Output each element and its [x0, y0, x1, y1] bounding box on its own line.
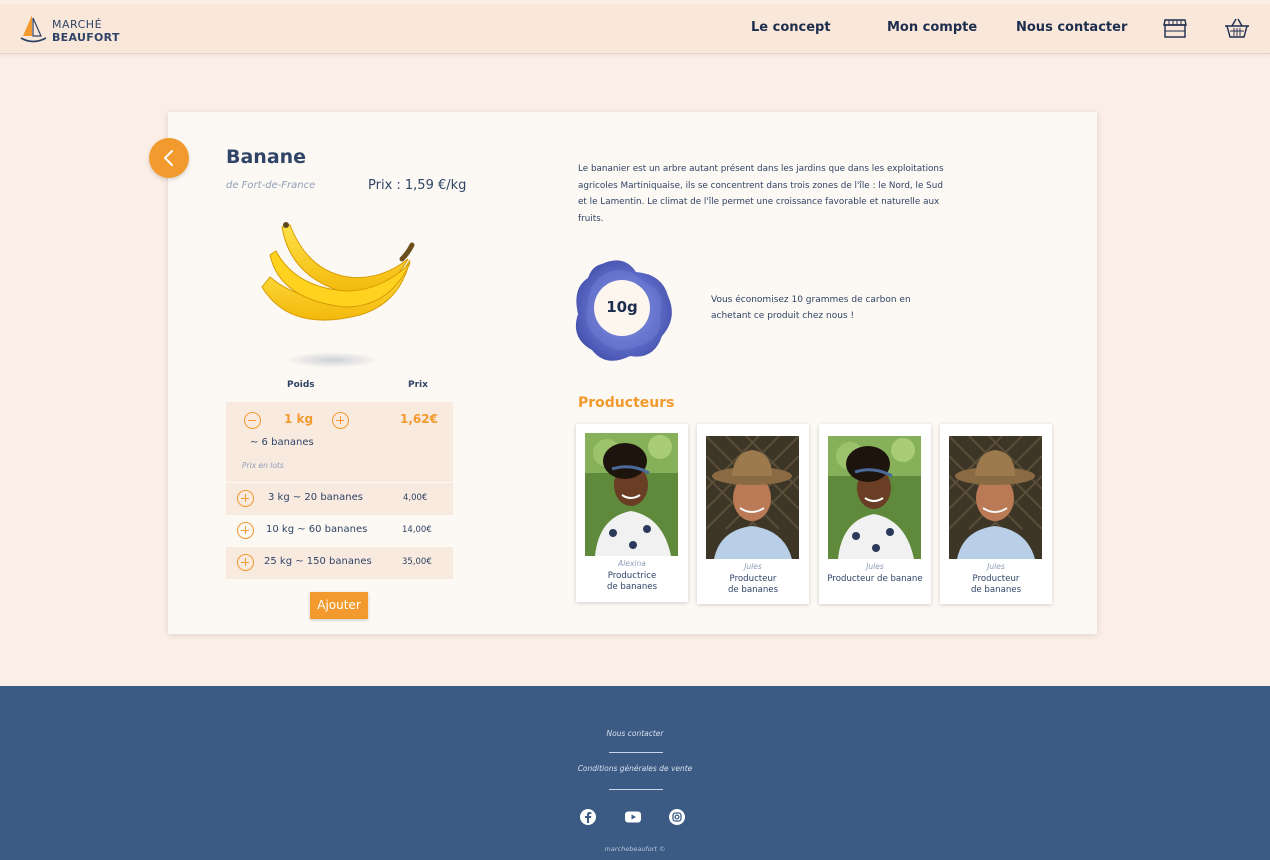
- producer-photo: [949, 436, 1042, 559]
- producer-name: Jules: [866, 562, 884, 571]
- product-origin: de Fort-de-France: [226, 180, 316, 191]
- logo-text-top: MARCHÉ: [52, 18, 103, 31]
- producer-name: Jules: [744, 562, 762, 571]
- producer-role: Producteur: [972, 574, 1020, 584]
- quantity-price: 1,62€: [400, 412, 438, 426]
- basket-icon[interactable]: [1223, 16, 1251, 40]
- youtube-icon[interactable]: [624, 808, 642, 826]
- product-unit-price: Prix : 1,59 €/kg: [368, 178, 467, 193]
- weight-column-header: Poids: [287, 380, 315, 390]
- banana-shadow: [285, 352, 380, 368]
- lot-label: 3 kg ~ 20 bananes: [268, 492, 363, 503]
- footer: [0, 686, 1270, 860]
- increase-quantity-button[interactable]: [332, 412, 349, 429]
- decrease-quantity-button[interactable]: [244, 412, 261, 429]
- lot-row[interactable]: 10 kg ~ 60 bananes 14,00€: [226, 515, 453, 547]
- producer-card[interactable]: Jules Producteur de bananes: [940, 424, 1052, 604]
- add-lot-plus-icon[interactable]: [237, 522, 254, 539]
- lot-row[interactable]: 3 kg ~ 20 bananes 4,00€: [226, 483, 453, 515]
- producers-heading: Producteurs: [578, 395, 675, 411]
- facebook-icon[interactable]: [579, 808, 597, 826]
- lot-price: 4,00€: [403, 493, 428, 503]
- lot-label: 10 kg ~ 60 bananes: [266, 524, 368, 535]
- add-lot-plus-icon[interactable]: [237, 554, 254, 571]
- site-logo[interactable]: MARCHÉ BEAUFORT: [18, 12, 128, 46]
- lots-label: Prix en lots: [242, 461, 284, 470]
- footer-divider: [609, 752, 663, 753]
- producer-role-line2: de bananes: [970, 585, 1022, 595]
- producer-role: Productrice: [607, 571, 657, 581]
- producer-card[interactable]: Jules Producteur de bananes: [697, 424, 809, 604]
- nav-account[interactable]: Mon compte: [887, 20, 977, 35]
- producer-role-line2: de bananes: [606, 582, 658, 592]
- lot-price: 35,00€: [402, 557, 432, 567]
- banana-image: [261, 222, 415, 321]
- producer-role: Producteur de banane: [827, 574, 923, 584]
- producer-photo: [706, 436, 799, 559]
- footer-contact-link[interactable]: Nous contacter: [0, 729, 1270, 738]
- lot-row[interactable]: 25 kg ~ 150 bananes 35,00€: [226, 547, 453, 579]
- carbon-saving-text: Vous économisez 10 grammes de carbon en …: [711, 295, 911, 321]
- producer-role-line2: de bananes: [727, 585, 779, 595]
- instagram-icon[interactable]: [668, 808, 686, 826]
- shop-icon[interactable]: [1161, 16, 1189, 40]
- chevron-left-icon: [164, 150, 173, 166]
- sailboat-logo-icon: [20, 15, 47, 43]
- producer-card[interactable]: Alexina Productrice de bananes: [576, 424, 688, 602]
- footer-divider: [609, 789, 663, 790]
- producer-photo: [828, 436, 921, 559]
- producer-role: Producteur: [729, 574, 777, 584]
- producer-name: Jules: [987, 562, 1005, 571]
- nav-concept[interactable]: Le concept: [751, 20, 831, 35]
- lot-label: 25 kg ~ 150 bananes: [264, 556, 372, 567]
- add-to-cart-button[interactable]: Ajouter: [310, 592, 368, 619]
- product-title: Banane: [226, 146, 307, 168]
- logo-text-bottom: BEAUFORT: [52, 31, 120, 44]
- lot-price: 14,00€: [402, 525, 432, 535]
- quantity-equivalent: ~ 6 bananes: [250, 437, 314, 448]
- footer-copyright: marchebeaufort ©: [604, 845, 666, 853]
- producer-photo: [585, 433, 678, 556]
- top-navbar: MARCHÉ BEAUFORT Le concept Mon compte No…: [0, 4, 1270, 54]
- carbon-saving-value: 10g: [606, 298, 638, 316]
- quantity-value: 1 kg: [284, 412, 314, 426]
- producer-name: Alexina: [618, 559, 646, 568]
- footer-cgv-link[interactable]: Conditions générales de vente: [0, 764, 1270, 773]
- producer-card[interactable]: Jules Producteur de banane: [819, 424, 931, 604]
- add-lot-plus-icon[interactable]: [237, 490, 254, 507]
- back-button[interactable]: [149, 138, 189, 178]
- product-description: Le bananier est un arbre autant présent …: [578, 164, 944, 224]
- price-column-header: Prix: [408, 380, 428, 390]
- nav-contact[interactable]: Nous contacter: [1016, 20, 1127, 35]
